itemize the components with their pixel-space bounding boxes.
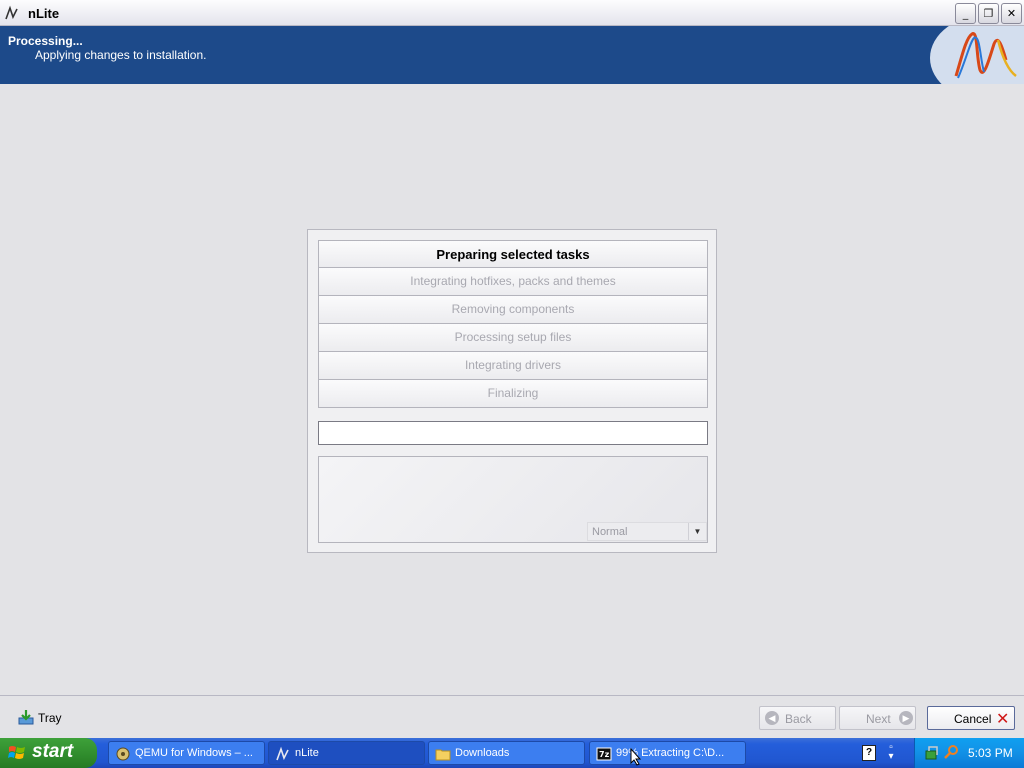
taskbar-item-label: QEMU for Windows – ...	[135, 747, 253, 759]
priority-select[interactable]: Normal ▼	[587, 522, 707, 541]
task-list: Preparing selected tasks Integrating hot…	[318, 240, 708, 408]
windows-logo-icon	[8, 746, 25, 759]
taskbar-item-nlite[interactable]: nLite	[268, 741, 425, 765]
task-preparing: Preparing selected tasks	[318, 240, 708, 268]
priority-select-value: Normal	[592, 526, 628, 538]
nlite-logo-icon	[930, 26, 1024, 84]
bottom-divider	[0, 695, 1024, 696]
header-subtitle: Applying changes to installation.	[35, 48, 207, 62]
start-button[interactable]: start	[0, 738, 97, 768]
taskbar: start QEMU for Windows – ... nLite Downl…	[0, 738, 1024, 768]
start-label: start	[32, 741, 74, 762]
header-title: Processing...	[8, 34, 83, 48]
taskbar-item-label: nLite	[295, 747, 319, 759]
system-tray: 5:03 PM	[914, 738, 1024, 768]
cancel-x-icon: ✕	[996, 709, 1010, 728]
qemu-icon	[116, 747, 130, 761]
taskbar-item-7zip[interactable]: 7z 99% Extracting C:\D...	[589, 741, 746, 765]
taskbar-item-qemu[interactable]: QEMU for Windows – ...	[108, 741, 265, 765]
task-integrating-drivers: Integrating drivers	[318, 352, 708, 380]
header-banner: Processing... Applying changes to instal…	[0, 26, 1024, 84]
back-arrow-icon: ◀	[765, 711, 779, 725]
log-box: Normal ▼	[318, 456, 708, 543]
window-title: nLite	[28, 6, 60, 21]
task-processing-setup-files: Processing setup files	[318, 324, 708, 352]
window-titlebar[interactable]: nLite _ ❐ ✕	[0, 0, 1024, 26]
7zip-icon: 7z	[596, 747, 612, 761]
tray-label: Tray	[38, 711, 62, 725]
folder-icon	[435, 749, 451, 761]
task-integrating-hotfixes: Integrating hotfixes, packs and themes	[318, 268, 708, 296]
nlite-app-icon	[5, 5, 18, 20]
clock: 5:03 PM	[968, 746, 1013, 760]
next-arrow-icon: ▶	[899, 711, 913, 725]
progress-bar	[318, 421, 708, 445]
processing-panel: Preparing selected tasks Integrating hot…	[307, 229, 717, 553]
help-icon[interactable]: ?	[862, 745, 876, 761]
svg-text:7z: 7z	[599, 750, 610, 759]
tray-download-icon	[18, 710, 34, 725]
task-finalizing: Finalizing	[318, 380, 708, 408]
cancel-label: Cancel	[954, 712, 992, 726]
nlite-icon	[276, 746, 289, 761]
show-desktop-icon[interactable]: ▫ ▾	[885, 743, 897, 762]
taskbar-item-label: Downloads	[455, 747, 510, 759]
taskbar-item-downloads[interactable]: Downloads	[428, 741, 585, 765]
next-button[interactable]: Next ▶	[839, 706, 916, 730]
search-icon[interactable]	[943, 744, 959, 760]
next-label: Next	[866, 712, 891, 726]
mouse-cursor-icon	[630, 748, 642, 766]
back-button[interactable]: ◀ Back	[759, 706, 836, 730]
minimize-button[interactable]: _	[955, 3, 976, 24]
network-icon[interactable]	[925, 745, 939, 761]
chevron-down-icon[interactable]: ▼	[688, 523, 706, 540]
restore-button[interactable]: ❐	[978, 3, 999, 24]
close-button[interactable]: ✕	[1001, 3, 1022, 24]
back-label: Back	[785, 712, 812, 726]
cancel-button[interactable]: Cancel ✕	[927, 706, 1015, 730]
task-removing-components: Removing components	[318, 296, 708, 324]
